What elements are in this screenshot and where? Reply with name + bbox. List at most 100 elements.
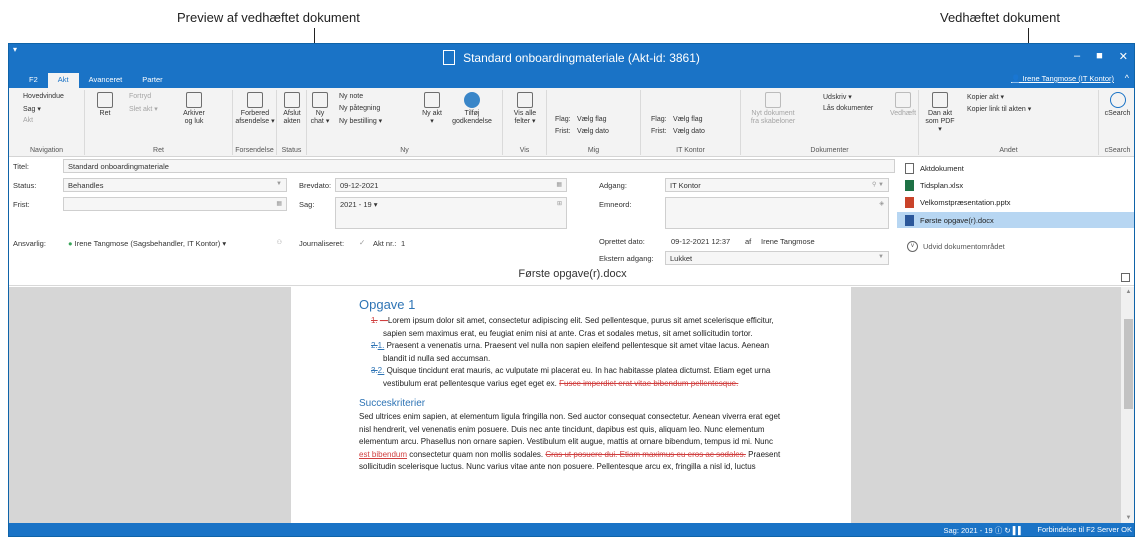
- tab-parter[interactable]: Parter: [132, 73, 172, 88]
- preview-scrollbar[interactable]: ▲ ▼: [1121, 287, 1134, 523]
- maximize-button[interactable]: ■: [1096, 50, 1103, 63]
- brevdato-field[interactable]: 09-12-2021 ▦: [335, 178, 567, 192]
- status-select[interactable]: Behandles ▼: [63, 178, 287, 192]
- group-label-navigation: Navigation: [29, 147, 64, 154]
- attachment-item[interactable]: Aktdokument: [905, 163, 964, 174]
- frist-field[interactable]: ▦: [63, 197, 287, 211]
- ny-akt-button[interactable]: Ny akt ▾: [421, 92, 443, 126]
- group-label-itkontor: IT Kontor: [676, 147, 705, 154]
- afslut-button[interactable]: Afslut akten: [279, 92, 305, 126]
- people-icon[interactable]: ⚇: [277, 239, 282, 246]
- titel-label: Titel:: [13, 162, 29, 171]
- callout-attached: Vedhæftet dokument: [940, 10, 1060, 25]
- attachment-name: Første opgave(r).docx: [920, 215, 994, 225]
- it-frist-select[interactable]: Vælg dato: [673, 128, 705, 135]
- vedhaeft-button[interactable]: Vedhæft: [889, 92, 917, 118]
- group-label-vis: Vis: [519, 147, 530, 154]
- titel-field[interactable]: Standard onboardingmateriale: [63, 159, 895, 173]
- mig-flag-select[interactable]: Vælg flag: [577, 116, 607, 123]
- paperclip-icon: [895, 92, 911, 108]
- ny-chat-button[interactable]: Ny chat ▾: [309, 92, 331, 126]
- vis-alle-felter-button[interactable]: Vis alle felter ▾: [507, 92, 543, 126]
- mig-frist-label: Frist:: [555, 128, 571, 135]
- attachment-name: Aktdokument: [920, 164, 964, 173]
- attachments-panel: Aktdokument Tidsplan.xlsx Velkomstpræsen…: [897, 157, 1134, 265]
- approval-icon: [464, 92, 480, 108]
- calendar-icon[interactable]: ▦: [556, 181, 562, 188]
- slet-akt-button[interactable]: Slet akt ▾: [129, 105, 158, 113]
- tilfoej-godkendelse-button[interactable]: Tilføj godkendelse: [447, 92, 497, 126]
- minimize-button[interactable]: ‒: [1074, 50, 1080, 63]
- preview-title: Første opgave(r).docx: [9, 268, 1134, 286]
- sag-field[interactable]: 2021 - 19 ▾ ⊞: [335, 197, 567, 229]
- deleted-text: Fusce imperdiet erat vitae bibendum pell…: [559, 378, 739, 388]
- kopier-link-button[interactable]: Kopier link til akten ▾: [967, 105, 1031, 113]
- it-flag-label: Flag:: [651, 116, 667, 123]
- fortryd-button[interactable]: Fortryd: [129, 93, 151, 100]
- attachment-item-selected[interactable]: Første opgave(r).docx: [897, 212, 1134, 228]
- ret-label: Ret: [99, 110, 111, 117]
- udvid-label: Udvid dokumentområdet: [923, 242, 1005, 251]
- pdf-icon: [932, 92, 948, 108]
- scrollbar-thumb[interactable]: [1124, 319, 1133, 409]
- ny-paategning-button[interactable]: Ny påtegning: [339, 105, 380, 112]
- status-value: Behandles: [68, 181, 104, 190]
- hovedvindue-button[interactable]: Hovedvindue: [23, 93, 64, 100]
- group-navigation: Hovedvindue Sag ▾ Akt Navigation: [9, 90, 85, 155]
- envelope-icon: [247, 92, 263, 108]
- collapse-ribbon-icon[interactable]: ^: [1125, 73, 1129, 83]
- udvid-dokumentomraade-button[interactable]: v Udvid dokumentområdet: [907, 241, 1005, 252]
- dan-pdf-label: Dan akt som PDF ▾: [925, 110, 955, 133]
- scroll-up-icon[interactable]: ▲: [1121, 289, 1134, 295]
- ny-bestilling-button[interactable]: Ny bestilling ▾: [339, 117, 382, 125]
- tab-akt[interactable]: Akt: [47, 73, 79, 88]
- search-icon[interactable]: ⚲ ▼: [872, 181, 884, 188]
- sag-label: Sag:: [299, 200, 315, 209]
- tag-icon[interactable]: ◈: [879, 200, 884, 207]
- tab-avanceret[interactable]: Avanceret: [79, 73, 133, 88]
- nyt-dokument-button[interactable]: Nyt dokument fra skabeloner: [749, 92, 797, 126]
- akt-button[interactable]: Akt: [23, 117, 33, 124]
- ret-button[interactable]: Ret: [93, 92, 117, 118]
- dan-pdf-button[interactable]: Dan akt som PDF ▾: [923, 92, 957, 134]
- close-button[interactable]: ✕: [1119, 50, 1128, 63]
- aktnr-value: 1: [401, 239, 406, 248]
- ansvarlig-value: Irene Tangmose (Sagsbehandler, IT Kontor…: [74, 239, 227, 248]
- csearch-button-label: cSearch: [1104, 110, 1131, 117]
- ekstern-adgang-select[interactable]: Lukket ▼: [665, 251, 889, 265]
- journaliseret-checkbox[interactable]: ✓: [359, 238, 365, 247]
- scroll-down-icon[interactable]: ▼: [1121, 515, 1134, 521]
- expand-preview-icon[interactable]: [1121, 273, 1130, 282]
- laas-dokumenter-button[interactable]: Lås dokumenter: [823, 105, 873, 112]
- ansvarlig-select[interactable]: ● Irene Tangmose (Sagsbehandler, IT Kont…: [63, 236, 287, 250]
- group-label-dokumenter: Dokumenter: [810, 147, 849, 154]
- arkiver-button[interactable]: Arkiver og luk: [179, 92, 209, 126]
- status-dot-icon: ●: [68, 239, 75, 248]
- emneord-field[interactable]: ◈: [665, 197, 889, 229]
- new-doc-icon: [424, 92, 440, 108]
- ny-note-button[interactable]: Ny note: [339, 93, 363, 100]
- list-number-old: 2.: [371, 341, 378, 350]
- calendar-icon[interactable]: ▦: [276, 200, 282, 207]
- forbered-button[interactable]: Forbered afsendelse ▾: [235, 92, 275, 126]
- system-menu-icon[interactable]: ▾: [13, 45, 17, 54]
- mig-frist-select[interactable]: Vælg dato: [577, 128, 609, 135]
- user-link[interactable]: 👤 Irene Tangmose (IT Kontor): [1011, 74, 1114, 83]
- sag-button[interactable]: Sag ▾: [23, 105, 41, 113]
- group-ny: Ny chat ▾ Ny note Ny påtegning Ny bestil…: [307, 90, 503, 155]
- group-label-ny: Ny: [400, 147, 409, 154]
- adgang-select[interactable]: IT Kontor ⚲ ▼: [665, 178, 889, 192]
- oprettet-value: 09-12-2021 12:37: [671, 237, 731, 246]
- it-flag-select[interactable]: Vælg flag: [673, 116, 703, 123]
- kopier-akt-button[interactable]: Kopier akt ▾: [967, 93, 1004, 101]
- tab-f2[interactable]: F2: [19, 73, 48, 88]
- attachment-item[interactable]: Tidsplan.xlsx: [905, 180, 963, 191]
- adgang-value: IT Kontor: [670, 181, 701, 190]
- tilfoej-label: Tilføj godkendelse: [452, 110, 492, 125]
- ribbon: Hovedvindue Sag ▾ Akt Navigation Ret For…: [9, 88, 1134, 157]
- attachment-item[interactable]: Velkomstpræsentation.pptx: [905, 197, 1010, 208]
- sag-tree-icon[interactable]: ⊞: [557, 200, 562, 207]
- udskriv-button[interactable]: Udskriv ▾: [823, 93, 852, 101]
- it-frist-label: Frist:: [651, 128, 667, 135]
- csearch-button[interactable]: cSearch: [1101, 92, 1134, 118]
